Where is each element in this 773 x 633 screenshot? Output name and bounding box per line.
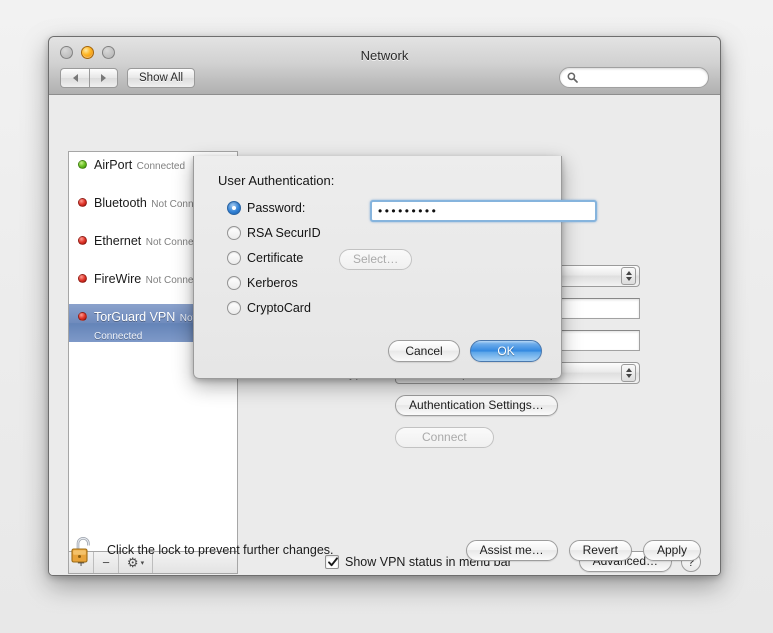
radio-button[interactable] [227, 251, 241, 265]
cancel-button[interactable]: Cancel [388, 340, 460, 362]
auth-option-rsa-securid[interactable]: RSA SecurID [227, 226, 321, 240]
radio-button[interactable] [227, 226, 241, 240]
forward-arrow-icon [101, 74, 106, 82]
bottom-buttons: Assist me… Revert Apply [465, 539, 701, 561]
back-button[interactable] [60, 68, 89, 88]
search-field[interactable] [559, 67, 709, 88]
popup-arrows-icon [621, 364, 636, 382]
search-icon [567, 72, 578, 83]
window-content: AirPort Connected Bluetooth Not Connecte… [49, 95, 720, 575]
radio-button[interactable] [227, 276, 241, 290]
radio-button[interactable] [227, 201, 241, 215]
auth-option-certificate[interactable]: Certificate [227, 251, 303, 265]
auth-option-password[interactable]: Password: [227, 201, 305, 215]
auth-option-kerberos[interactable]: Kerberos [227, 276, 298, 290]
service-name: AirPort [94, 158, 133, 172]
status-indicator-dot [78, 236, 87, 245]
window-titlebar: Network Show All [49, 37, 720, 95]
user-authentication-sheet: User Authentication: Password: •••••••••… [193, 156, 597, 379]
auth-option-label: RSA SecurID [247, 226, 321, 240]
window-bottom-bar: Click the lock to prevent further change… [49, 524, 720, 575]
popup-arrows-icon [621, 267, 636, 285]
back-forward-segmented-control [60, 68, 118, 88]
lock-area[interactable]: Click the lock to prevent further change… [68, 534, 466, 566]
select-certificate-button[interactable]: Select… [339, 249, 413, 270]
window-title: Network [360, 48, 409, 63]
service-name: Bluetooth [94, 196, 147, 210]
status-indicator-dot [78, 312, 87, 321]
authentication-settings-button[interactable]: Authentication Settings… [395, 395, 558, 416]
unlocked-padlock-icon[interactable] [68, 534, 98, 566]
authentication-settings-row: Authentication Settings… [249, 395, 701, 416]
show-all-button[interactable]: Show All [127, 68, 196, 88]
service-name: FireWire [94, 272, 142, 286]
revert-button[interactable]: Revert [568, 539, 632, 561]
search-input[interactable] [582, 70, 700, 85]
status-indicator-dot [78, 160, 87, 169]
lock-message: Click the lock to prevent further change… [107, 543, 334, 557]
navigation-row: Show All [60, 68, 196, 88]
auth-option-label: Certificate [247, 251, 304, 265]
ok-button[interactable]: OK [470, 340, 542, 362]
auth-option-label: Password: [247, 201, 306, 215]
service-name: Ethernet [94, 234, 142, 248]
sheet-button-row: Cancel OK [388, 340, 542, 362]
apply-button[interactable]: Apply [642, 539, 701, 561]
service-status: Connected [136, 161, 186, 172]
connect-row: Connect [249, 427, 701, 448]
sheet-title: User Authentication: [218, 173, 335, 188]
status-indicator-dot [78, 274, 87, 283]
password-input[interactable]: ••••••••• [370, 200, 597, 222]
status-indicator-dot [78, 198, 87, 207]
auth-option-cryptocard[interactable]: CryptoCard [227, 301, 311, 315]
radio-button[interactable] [227, 301, 241, 315]
assist-me-button[interactable]: Assist me… [465, 539, 558, 561]
network-preferences-window: Network Show All AirPort Connected Bluet… [48, 36, 721, 576]
connect-button[interactable]: Connect [395, 427, 494, 448]
service-name: TorGuard VPN [94, 310, 176, 324]
auth-option-label: CryptoCard [247, 301, 311, 315]
forward-button[interactable] [89, 68, 118, 88]
back-arrow-icon [72, 74, 78, 82]
auth-option-label: Kerberos [247, 276, 298, 290]
